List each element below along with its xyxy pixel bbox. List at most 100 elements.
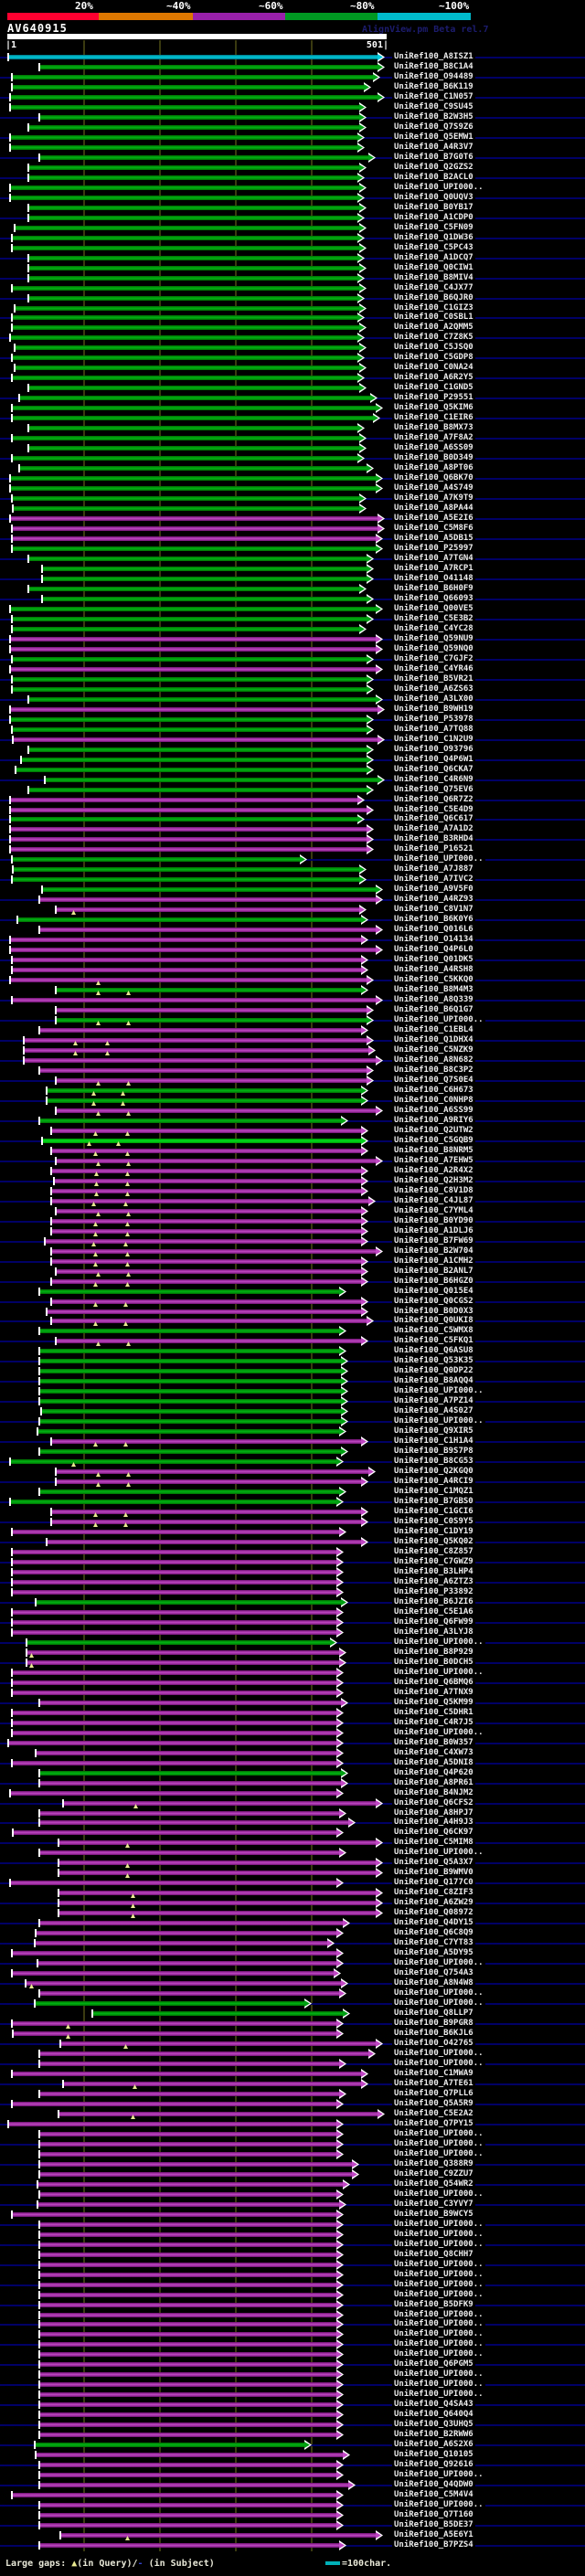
hit-label[interactable]: UniRef100_UPI000..: [392, 1988, 485, 1998]
hit-label[interactable]: UniRef100_Q6C8Q9: [392, 1928, 475, 1938]
hit-bar[interactable]: [41, 597, 367, 601]
hit-row[interactable]: UniRef100_B8C3P2: [0, 1065, 585, 1076]
hit-row[interactable]: UniRef100_C3YVY7: [0, 2200, 585, 2210]
hit-row[interactable]: UniRef100_Q9XIR5: [0, 1426, 585, 1436]
hit-label[interactable]: UniRef100_UPI000..: [392, 2319, 485, 2329]
hit-bar[interactable]: [55, 1159, 377, 1163]
hit-bar[interactable]: [55, 1078, 367, 1083]
hit-label[interactable]: UniRef100_B6Q1G7: [392, 1005, 475, 1015]
hit-label[interactable]: UniRef100_C4R6N9: [392, 775, 475, 785]
hit-row[interactable]: UniRef100_UPI000..: [0, 2059, 585, 2069]
hit-label[interactable]: UniRef100_C1EIR6: [392, 413, 475, 423]
hit-row[interactable]: UniRef100_Q6FW99: [0, 1617, 585, 1627]
hit-bar[interactable]: [11, 286, 360, 291]
hit-bar[interactable]: [11, 677, 367, 682]
hit-row[interactable]: UniRef100_A6SS99: [0, 1106, 585, 1116]
hit-label[interactable]: UniRef100_Q388R9: [392, 2159, 475, 2169]
hit-row[interactable]: UniRef100_C8V1N7: [0, 905, 585, 915]
hit-row[interactable]: UniRef100_Q4P6W1: [0, 755, 585, 765]
hit-row[interactable]: UniRef100_Q5A5R9: [0, 2099, 585, 2109]
hit-bar[interactable]: [55, 1339, 362, 1343]
hit-label[interactable]: UniRef100_Q2GZS2: [392, 163, 475, 173]
hit-bar[interactable]: [38, 2543, 340, 2548]
hit-label[interactable]: UniRef100_Q9XIR5: [392, 1426, 475, 1436]
hit-label[interactable]: UniRef100_B8NRM5: [392, 1146, 475, 1156]
hit-bar[interactable]: [11, 456, 358, 461]
hit-row[interactable]: UniRef100_B2ANL7: [0, 1267, 585, 1277]
hit-label[interactable]: UniRef100_Q5KIM6: [392, 403, 475, 413]
hit-bar[interactable]: [23, 1058, 377, 1063]
hit-label[interactable]: UniRef100_Q177C0: [392, 1878, 475, 1888]
hit-row[interactable]: UniRef100_Q015E4: [0, 1287, 585, 1297]
hit-bar[interactable]: [58, 1840, 377, 1845]
hit-bar[interactable]: [18, 466, 367, 471]
hit-row[interactable]: UniRef100_A6ZS63: [0, 684, 585, 694]
hit-label[interactable]: UniRef100_C9ZZU7: [392, 2169, 475, 2179]
hit-label[interactable]: UniRef100_B3LHP4: [392, 1567, 475, 1577]
hit-bar[interactable]: [27, 206, 360, 210]
hit-label[interactable]: UniRef100_UPI000..: [392, 1416, 485, 1426]
hit-label[interactable]: UniRef100_Q2KGQ0: [392, 1467, 475, 1477]
hit-label[interactable]: UniRef100_B8AQQ4: [392, 1376, 475, 1386]
hit-row[interactable]: UniRef100_B7G0T6: [0, 153, 585, 163]
hit-label[interactable]: UniRef100_Q01DK5: [392, 955, 475, 965]
hit-bar[interactable]: [11, 406, 377, 410]
hit-label[interactable]: UniRef100_B9PGR8: [392, 2019, 475, 2029]
hit-label[interactable]: UniRef100_A4R3V7: [392, 143, 475, 153]
hit-row[interactable]: UniRef100_C1DY19: [0, 1527, 585, 1537]
hit-row[interactable]: UniRef100_Q10105: [0, 2450, 585, 2460]
hit-bar[interactable]: [9, 335, 358, 340]
hit-bar[interactable]: [9, 817, 358, 822]
hit-label[interactable]: UniRef100_C5FKQ1: [392, 1336, 475, 1346]
hit-label[interactable]: UniRef100_A4S749: [392, 483, 475, 493]
hit-row[interactable]: UniRef100_A1DCQ7: [0, 253, 585, 263]
hit-row[interactable]: UniRef100_B6Q1G7: [0, 1005, 585, 1015]
hit-row[interactable]: UniRef100_C5NZK9: [0, 1045, 585, 1055]
hit-bar[interactable]: [11, 1610, 337, 1615]
hit-row[interactable]: UniRef100_P29551: [0, 393, 585, 403]
hit-bar[interactable]: [38, 2253, 337, 2257]
hit-row[interactable]: UniRef100_C1GND5: [0, 383, 585, 393]
hit-label[interactable]: UniRef100_UPI000..: [392, 1998, 485, 2009]
hit-bar[interactable]: [44, 1239, 362, 1244]
hit-bar[interactable]: [11, 727, 367, 732]
hit-row[interactable]: UniRef100_Q6C8Q9: [0, 1928, 585, 1938]
hit-row[interactable]: UniRef100_B6JZI6: [0, 1597, 585, 1607]
hit-row[interactable]: UniRef100_UPI000..: [0, 1638, 585, 1648]
hit-label[interactable]: UniRef100_C1GND5: [392, 383, 475, 393]
hit-row[interactable]: UniRef100_B5DFK9: [0, 2300, 585, 2310]
hit-label[interactable]: UniRef100_Q5KQ02: [392, 1537, 475, 1547]
hit-row[interactable]: UniRef100_UPI000..: [0, 2390, 585, 2400]
hit-row[interactable]: UniRef100_B9WCY5: [0, 2210, 585, 2220]
hit-row[interactable]: UniRef100_UPI000..: [0, 2280, 585, 2290]
hit-label[interactable]: UniRef100_A8Q339: [392, 995, 475, 1005]
hit-label[interactable]: UniRef100_Q8CHH7: [392, 2250, 475, 2260]
hit-row[interactable]: UniRef100_UPI000..: [0, 2260, 585, 2270]
hit-label[interactable]: UniRef100_C7Z8K5: [392, 333, 475, 343]
hit-bar[interactable]: [38, 2162, 353, 2167]
hit-bar[interactable]: [35, 1600, 342, 1605]
hit-row[interactable]: UniRef100_Q08972: [0, 1908, 585, 1918]
hit-row[interactable]: UniRef100_C5GDP8: [0, 353, 585, 363]
hit-row[interactable]: UniRef100_C0SBL1: [0, 313, 585, 323]
hit-label[interactable]: UniRef100_B8M4M3: [392, 985, 475, 995]
hit-bar[interactable]: [11, 1620, 337, 1625]
hit-label[interactable]: UniRef100_A1CDP0: [392, 213, 475, 223]
hit-label[interactable]: UniRef100_Q016L6: [392, 925, 475, 935]
hit-label[interactable]: UniRef100_Q015E4: [392, 1287, 475, 1297]
hit-label[interactable]: UniRef100_A4RCI9: [392, 1477, 475, 1487]
hit-row[interactable]: UniRef100_UPI000..: [0, 1668, 585, 1678]
hit-bar[interactable]: [27, 256, 358, 260]
hit-label[interactable]: UniRef100_A1DLJ6: [392, 1226, 475, 1236]
hit-row[interactable]: UniRef100_Q177C0: [0, 1878, 585, 1888]
hit-row[interactable]: UniRef100_Q0DP22: [0, 1366, 585, 1376]
hit-bar[interactable]: [59, 2533, 377, 2538]
hit-bar[interactable]: [9, 1791, 337, 1796]
hit-label[interactable]: UniRef100_Q00VE5: [392, 604, 475, 614]
hit-label[interactable]: UniRef100_Q0UKI8: [392, 1316, 475, 1326]
hit-row[interactable]: UniRef100_A6S2X6: [0, 2440, 585, 2450]
hit-row[interactable]: UniRef100_UPI000..: [0, 2139, 585, 2149]
hit-label[interactable]: UniRef100_UPI000..: [392, 2390, 485, 2400]
hit-bar[interactable]: [11, 1590, 337, 1595]
hit-label[interactable]: UniRef100_B4NJM2: [392, 1788, 475, 1798]
